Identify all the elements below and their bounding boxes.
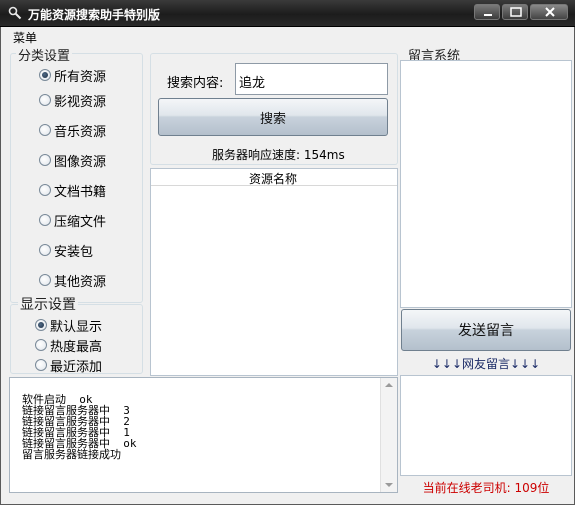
results-column-name: 资源名称 (249, 172, 298, 186)
radio-unchecked-icon (39, 154, 51, 166)
radio-all[interactable]: 所有资源 (39, 67, 106, 85)
menu-item[interactable]: 菜单 (13, 29, 37, 46)
radio-unchecked-icon (39, 94, 51, 106)
log-panel[interactable]: 软件启动 ok 链接留言服务器中 3 链接留言服务器中 2 链接留言服务器中 1… (9, 377, 398, 493)
results-list[interactable]: 资源名称 (150, 168, 398, 376)
radio-checked-icon (39, 69, 51, 81)
radio-video[interactable]: 影视资源 (39, 92, 106, 110)
radio-default[interactable]: 默认显示 (35, 317, 102, 335)
server-speed-text: 服务器响应速度: 154ms (212, 148, 345, 162)
close-icon (545, 7, 555, 17)
radio-recent[interactable]: 最近添加 (35, 357, 102, 375)
search-input[interactable]: 追龙 (235, 63, 388, 95)
category-group-title: 分类设置 (16, 45, 73, 64)
radio-unchecked-icon (39, 274, 51, 286)
radio-unchecked-icon (39, 214, 51, 226)
radio-checked-icon (35, 319, 47, 331)
radio-other[interactable]: 其他资源 (39, 272, 106, 290)
radio-image[interactable]: 图像资源 (39, 152, 106, 170)
log-line: 留言服务器链接成功 (22, 448, 121, 461)
radio-docs[interactable]: 文档书籍 (39, 182, 106, 200)
display-group-title: 显示设置 (18, 294, 78, 314)
radio-unchecked-icon (35, 339, 47, 351)
radio-installer[interactable]: 安装包 (39, 242, 93, 260)
radio-hottest[interactable]: 热度最高 (35, 337, 102, 355)
minimize-icon (484, 14, 492, 16)
radio-unchecked-icon (39, 184, 51, 196)
comments-separator: ↓↓↓网友留言↓↓↓ (431, 357, 541, 371)
results-header[interactable]: 资源名称 (151, 169, 397, 186)
scroll-up-icon[interactable] (385, 383, 393, 387)
minimize-button[interactable] (474, 4, 500, 20)
radio-unchecked-icon (35, 359, 47, 371)
online-count-text: 当前在线老司机: 109位 (422, 481, 550, 495)
radio-archive[interactable]: 压缩文件 (39, 212, 106, 230)
comments-list[interactable] (400, 375, 572, 476)
window-title: 万能资源搜索助手特别版 (28, 8, 161, 22)
search-button[interactable]: 搜索 (158, 98, 388, 136)
maximize-icon (510, 7, 522, 17)
message-input[interactable] (400, 60, 572, 308)
close-button[interactable] (530, 4, 568, 20)
log-scrollbar[interactable] (380, 378, 397, 492)
scroll-down-icon[interactable] (385, 483, 393, 487)
search-label: 搜索内容: (167, 76, 224, 91)
app-logo-icon (8, 6, 22, 20)
radio-unchecked-icon (39, 244, 51, 256)
radio-unchecked-icon (39, 124, 51, 136)
radio-music[interactable]: 音乐资源 (39, 122, 106, 140)
client-area: 菜单 分类设置 所有资源 影视资源 音乐资源 图像资源 文档书籍 压缩文件 安装… (0, 27, 575, 505)
send-message-button[interactable]: 发送留言 (401, 309, 571, 351)
maximize-button[interactable] (502, 4, 528, 20)
title-bar[interactable]: 万能资源搜索助手特别版 (0, 0, 575, 27)
